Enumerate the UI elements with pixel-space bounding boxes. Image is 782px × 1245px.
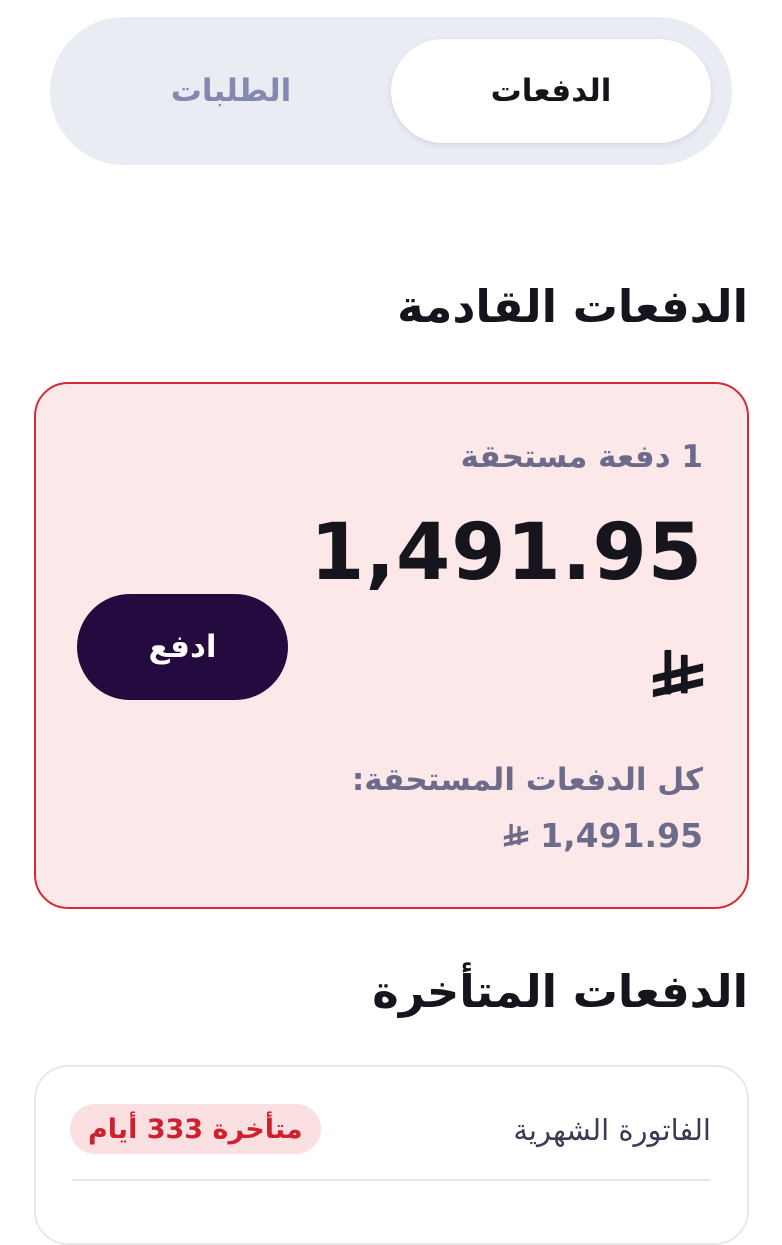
tab-payments-label: الدفعات — [490, 73, 612, 109]
saudi-riyal-icon — [652, 649, 704, 698]
total-due-amount: 1,491.95 — [540, 816, 703, 855]
due-payment-card: 1 دفعة مستحقة 1,491.95 ادفع كل الدفعات ا… — [34, 382, 749, 909]
overdue-status-badge: متأخرة 333 أيام — [70, 1104, 321, 1154]
tab-payments[interactable]: الدفعات — [391, 39, 711, 143]
overdue-payments-title: الدفعات المتأخرة — [372, 965, 748, 1018]
total-due-label: كل الدفعات المستحقة: — [351, 762, 703, 798]
due-count-label: 1 دفعة مستحقة — [460, 439, 703, 475]
divider — [72, 1179, 711, 1181]
overdue-payment-card[interactable]: الفاتورة الشهرية متأخرة 333 أيام — [34, 1065, 749, 1245]
due-amount: 1,491.95 — [310, 508, 703, 598]
tab-orders[interactable]: الطلبات — [71, 39, 391, 143]
segmented-tabs: الدفعات الطلبات — [50, 17, 732, 165]
pay-button[interactable]: ادفع — [77, 594, 288, 700]
tab-orders-label: الطلبات — [170, 73, 292, 109]
saudi-riyal-icon — [504, 823, 529, 847]
total-due-row: 1,491.95 — [502, 816, 703, 855]
payments-screen: الدفعات الطلبات الدفعات القادمة 1 دفعة م… — [0, 0, 782, 1245]
monthly-bill-label: الفاتورة الشهرية — [513, 1113, 711, 1147]
upcoming-payments-title: الدفعات القادمة — [397, 280, 748, 333]
